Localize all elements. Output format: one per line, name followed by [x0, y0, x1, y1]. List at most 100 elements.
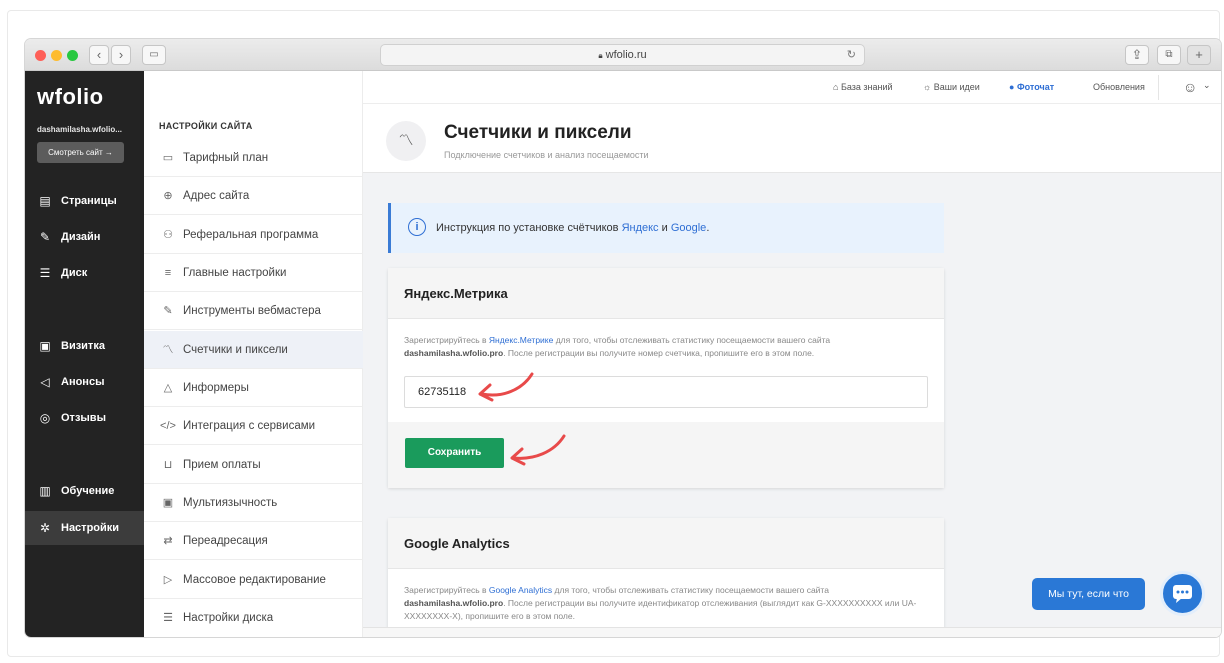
disk-icon: ☰ [163, 612, 173, 624]
forward-icon[interactable]: › [111, 45, 131, 65]
book-icon: ▥ [39, 484, 51, 498]
sidebar-item-reviews[interactable]: ◎ Отзывы [25, 401, 144, 435]
settings-menu: НАСТРОЙКИ САЙТА ▭ Тарифный план ⊕ Адрес … [144, 71, 363, 637]
yandex-metrika-link[interactable]: Яндекс.Метрике [489, 335, 553, 345]
analytics-icon: 〽 [386, 121, 426, 161]
user-avatar-icon[interactable]: ☺ [1183, 79, 1197, 95]
users-icon: ⚇ [163, 229, 173, 241]
menu-item-informers[interactable]: △ Информеры [144, 369, 363, 407]
sidebar-item-card[interactable]: ▣ Визитка [25, 329, 144, 363]
bell-icon: △ [163, 382, 173, 394]
sidebar-item-design[interactable]: ✎ Дизайн [25, 220, 144, 254]
menu-item-webmaster[interactable]: ✎ Инструменты вебмастера [144, 292, 363, 330]
maximize-window-button[interactable] [67, 50, 78, 61]
megaphone-icon: ◁ [40, 375, 50, 389]
sidebar-item-settings[interactable]: ✲ Настройки [25, 511, 144, 545]
menu-item-redirect[interactable]: ⇄ Переадресация [144, 522, 363, 560]
chevron-down-icon[interactable]: ⌄ [1203, 80, 1211, 91]
menu-item-label: Счетчики и пиксели [183, 344, 288, 356]
photochat-icon: ● [1009, 82, 1015, 92]
google-analytics-card: Google Analytics Зарегистрируйтесь в Goo… [388, 518, 944, 637]
browser-window: ‹ › ▭ 🔒︎ wfolio.ru ↻ ⇪ ⧉ + wfolio dasham… [25, 39, 1221, 637]
photochat-link[interactable]: ● Фоточат [1009, 82, 1054, 92]
close-window-button[interactable] [35, 50, 46, 61]
sidebar-item-label: Отзывы [61, 412, 106, 424]
knowledge-base-link[interactable]: ⌂ База знаний [833, 82, 893, 92]
sidebar-item-label: Страницы [61, 195, 117, 207]
save-zone: Сохранить [388, 422, 944, 488]
back-icon[interactable]: ‹ [89, 45, 109, 65]
menu-item-integrations[interactable]: </> Интеграция с сервисами [144, 407, 363, 445]
google-instruction-link[interactable]: Google [671, 222, 706, 234]
menu-item-label: Тарифный план [183, 152, 269, 164]
menu-item-multilanguage[interactable]: ▣ Мультиязычность [144, 484, 363, 522]
ideas-link[interactable]: ☼ Ваши идеи [923, 82, 980, 92]
address-bar[interactable]: 🔒︎ wfolio.ru ↻ [380, 44, 865, 66]
chat-button[interactable] [1160, 571, 1205, 616]
menu-item-referral[interactable]: ⚇ Реферальная программа [144, 216, 363, 254]
sidebar-item-disk[interactable]: ☰ Диск [25, 256, 144, 290]
info-text-end: . [706, 222, 710, 234]
sidebar-item-label: Диск [61, 267, 88, 279]
sidebar-item-label: Анонсы [61, 376, 105, 388]
menu-item-label: Главные настройки [183, 267, 287, 279]
menu-item-bulk-edit[interactable]: ▷ Массовое редактирование [144, 561, 363, 599]
info-text: Инструкция по установке счётчиков Яндекс… [436, 203, 709, 253]
sidebar-item-announcements[interactable]: ◁ Анонсы [25, 365, 144, 399]
menu-item-label: Инструменты вебмастера [183, 305, 321, 317]
sidebar-item-pages[interactable]: ▤ Страницы [25, 184, 144, 218]
new-tab-button[interactable]: + [1187, 45, 1211, 65]
menu-item-payments[interactable]: ⊔ Прием оплаты [144, 446, 363, 484]
share-icon[interactable]: ⇪ [1125, 45, 1149, 65]
menu-item-address[interactable]: ⊕ Адрес сайта [144, 177, 363, 215]
ideas-label: Ваши идеи [933, 82, 980, 92]
info-text-and: и [658, 222, 671, 234]
page-header: 〽 Счетчики и пиксели Подключение счетчик… [363, 104, 1221, 173]
menu-item-counters[interactable]: 〽 Счетчики и пиксели [144, 331, 363, 369]
menu-item-label: Интеграция с сервисами [183, 420, 316, 432]
sidebar-item-label: Обучение [61, 485, 115, 497]
yandex-description: Зарегистрируйтесь в Яндекс.Метрике для т… [404, 334, 924, 360]
yandex-desc-part: Зарегистрируйтесь в [404, 335, 489, 345]
red-arrow-annotation [478, 372, 534, 402]
page-icon: ▤ [39, 194, 51, 208]
sidebar-item-learning[interactable]: ▥ Обучение [25, 474, 144, 508]
yandex-site-domain: dashamilasha.wfolio.pro [404, 348, 504, 358]
sidebar-item-label: Визитка [61, 340, 105, 352]
yandex-instruction-link[interactable]: Яндекс [622, 222, 659, 234]
lock-icon: 🔒︎ [598, 51, 603, 60]
google-analytics-link[interactable]: Google Analytics [489, 585, 552, 595]
minimize-window-button[interactable] [51, 50, 62, 61]
updates-link[interactable]: Обновления [1093, 82, 1145, 92]
gear-icon: ✲ [39, 521, 51, 535]
yandex-card-title: Яндекс.Метрика [388, 268, 944, 319]
google-card-title: Google Analytics [388, 518, 944, 569]
yandex-desc-part: для того, чтобы отслеживать статистику п… [553, 335, 831, 345]
horizontal-scrollbar[interactable] [363, 627, 1221, 637]
info-icon: i [408, 218, 426, 236]
menu-item-tariff[interactable]: ▭ Тарифный план [144, 139, 363, 177]
tabs-icon[interactable]: ⧉ [1157, 45, 1181, 65]
save-button[interactable]: Сохранить [405, 438, 504, 468]
view-site-button[interactable]: Смотреть сайт → [37, 142, 124, 163]
menu-item-label: Настройки диска [183, 612, 274, 624]
logo: wfolio [37, 84, 104, 109]
menu-item-main-settings[interactable]: ≡ Главные настройки [144, 254, 363, 292]
top-nav: ⌂ База знаний ☼ Ваши идеи ● Фоточат Обно… [363, 71, 1221, 104]
chat-prompt-button[interactable]: Мы тут, если что [1032, 578, 1145, 610]
menu-item-disk-settings[interactable]: ☰ Настройки диска [144, 599, 363, 637]
topnav-divider [1158, 75, 1159, 100]
menu-item-label: Мультиязычность [183, 497, 278, 509]
menu-item-label: Информеры [183, 382, 249, 394]
menu-item-label: Адрес сайта [183, 190, 250, 202]
yandex-metrika-card: Яндекс.Метрика Зарегистрируйтесь в Яндек… [388, 268, 944, 488]
main-content: 〽 Счетчики и пиксели Подключение счетчик… [363, 104, 1221, 637]
reload-icon[interactable]: ↻ [847, 45, 856, 65]
cart-icon: ⊔ [163, 459, 173, 471]
sidebar-toggle-icon[interactable]: ▭ [142, 45, 166, 65]
menu-item-label: Реферальная программа [183, 229, 319, 241]
menu-item-label: Прием оплаты [183, 459, 261, 471]
info-text-before: Инструкция по установке счётчиков [436, 222, 622, 234]
page-subtitle: Подключение счетчиков и анализ посещаемо… [444, 150, 649, 160]
bulk-edit-icon: ▷ [163, 574, 173, 586]
